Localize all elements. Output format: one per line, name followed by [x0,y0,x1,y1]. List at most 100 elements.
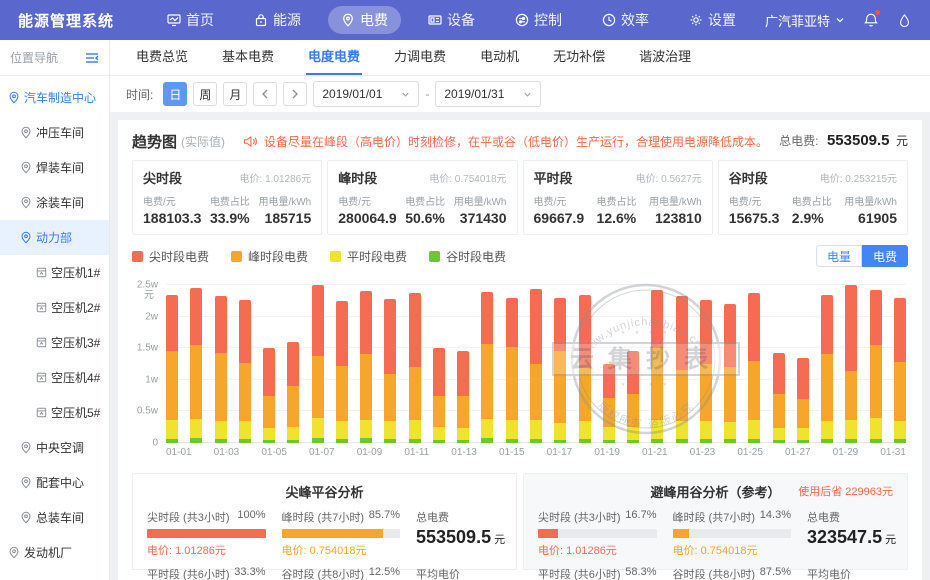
mode-button[interactable]: 日 [163,82,187,106]
bar-01-05[interactable] [263,285,275,443]
group-percent: 100% [237,509,265,525]
bar-01-01[interactable] [166,285,178,443]
bar-01-09[interactable] [360,285,372,443]
bar-01-26[interactable] [773,285,785,443]
bar-01-08[interactable] [336,285,348,443]
top-navbar: 能源管理系统 首页能源电费设备控制效率设置 广汽菲亚特 [0,0,930,40]
bar-01-15[interactable] [506,285,518,443]
bar-01-20[interactable] [627,285,639,443]
bar-01-11[interactable] [409,285,421,443]
sidebar-item[interactable]: 冲压车间 [0,115,109,150]
nav-item-4[interactable]: 设备 [415,6,488,34]
meter-icon [36,372,47,383]
bar-segment [409,293,421,367]
legend-item[interactable]: 尖时段电费 [132,248,209,265]
sidebar-item[interactable]: 焊装车间 [0,150,109,185]
bar-01-16[interactable] [530,285,542,443]
collapse-sidebar-icon[interactable] [85,52,99,64]
bar-01-22[interactable] [676,285,688,443]
sidebar-item[interactable]: 空压机1# [0,255,109,290]
bar-segment [336,421,348,439]
sidebar-item[interactable]: 涂装车间 [0,185,109,220]
sidebar-item[interactable]: 汽车制造中心 [0,80,109,115]
bar-01-10[interactable] [384,285,396,443]
bar-01-19[interactable] [603,285,615,443]
start-date-picker[interactable]: 2019/01/01 [313,81,419,107]
notification-bell-icon[interactable] [863,12,879,28]
bar-01-28[interactable] [821,285,833,443]
period-analysis-group: 平时段 (共6小时)58.3%电价: 0.5627元 [538,566,657,580]
tab-6[interactable]: 无功补偿 [551,38,607,75]
tab-7[interactable]: 谐波治理 [637,38,693,75]
bar-01-17[interactable] [554,285,566,443]
bar-segment [360,354,372,420]
bar-01-31[interactable] [894,285,906,443]
sidebar-item[interactable]: 中央空调 [0,430,109,465]
bar-01-14[interactable] [481,285,493,443]
period-metric: 电费/元280064.9 [338,193,396,226]
bar-01-27[interactable] [797,285,809,443]
bar-01-21[interactable] [651,285,663,443]
bar-01-02[interactable] [190,285,202,443]
group-header: 平时段 (共6小时)33.3% [147,566,266,580]
bar-01-13[interactable] [457,285,469,443]
bar-01-03[interactable] [215,285,227,443]
legend-label: 平时段电费 [347,248,407,265]
end-date-picker[interactable]: 2019/01/31 [435,81,541,107]
sidebar-item[interactable]: 配套中心 [0,465,109,500]
company-selector[interactable]: 广汽菲亚特 [765,11,845,30]
tab-5[interactable]: 电动机 [478,38,521,75]
group-percent: 58.3% [625,566,656,580]
bar-01-12[interactable] [433,285,445,443]
tab-4[interactable]: 力调电费 [392,38,448,75]
sidebar-item[interactable]: 总装车间 [0,500,109,535]
legend-item[interactable]: 谷时段电费 [429,248,506,265]
nav-item-6[interactable]: 效率 [589,6,662,34]
group-label: 峰时段 (共7小时) [282,509,365,525]
legend-item[interactable]: 峰时段电费 [231,248,308,265]
tab-1[interactable]: 电费总览 [134,38,190,75]
nav-item-5[interactable]: 控制 [502,6,575,34]
period-metric: 电费占比12.6% [597,193,637,226]
bar-segment [457,351,469,396]
period-metric: 电费占比2.9% [792,193,832,226]
period-metric: 电费占比50.6% [405,193,445,226]
bar-segment [870,418,882,439]
mode-button[interactable]: 月 [223,82,247,106]
bar-segment [166,351,178,419]
toggle-fee-option[interactable]: 电费 [862,245,908,267]
tab-2[interactable]: 基本电费 [220,38,276,75]
legend-item[interactable]: 平时段电费 [330,248,407,265]
mode-button[interactable]: 周 [193,82,217,106]
toggle-energy-option[interactable]: 电量 [816,245,862,267]
bar-01-07[interactable] [312,285,324,443]
tab-3[interactable]: 电度电费 [306,38,362,75]
nav-item-3[interactable]: 电费 [328,6,401,34]
bar-01-18[interactable] [579,285,591,443]
sidebar-item[interactable]: 零件部仓库 [0,570,109,580]
metric-label: 电费占比 [405,193,445,208]
bar-01-06[interactable] [287,285,299,443]
bar-01-25[interactable] [748,285,760,443]
prev-period-button[interactable] [253,82,277,106]
nav-item-2[interactable]: 能源 [241,6,314,34]
sidebar-item[interactable]: 空压机2# [0,290,109,325]
nav-item-7[interactable]: 设置 [676,6,749,34]
bar-01-24[interactable] [724,285,736,443]
nav-item-1[interactable]: 首页 [154,6,227,34]
legend-label: 谷时段电费 [446,248,506,265]
bar-01-30[interactable] [870,285,882,443]
sidebar-item[interactable]: 空压机3# [0,325,109,360]
bar-01-23[interactable] [700,285,712,443]
next-period-button[interactable] [283,82,307,106]
bar-01-29[interactable] [845,285,857,443]
sidebar-item[interactable]: 空压机5# [0,395,109,430]
metric-label: 用电量/kWh [258,193,311,208]
sidebar-item[interactable]: 动力部 [0,220,109,255]
metric-value: 280064.9 [338,210,396,226]
sidebar-item[interactable]: 空压机4# [0,360,109,395]
sidebar-item[interactable]: 发动机厂 [0,535,109,570]
water-drop-icon[interactable] [897,13,912,28]
bar-segment [433,427,445,440]
bar-01-04[interactable] [239,285,251,443]
